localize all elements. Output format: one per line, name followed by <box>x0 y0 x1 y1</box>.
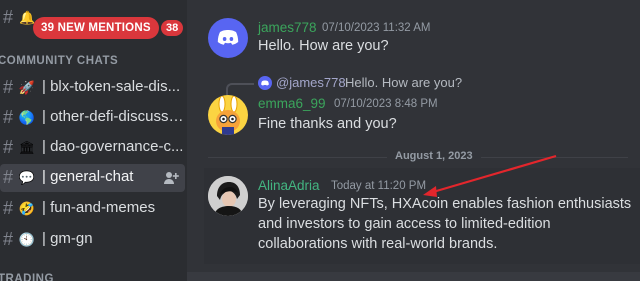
channel-label: | blx-token-sale-dis... <box>42 78 181 95</box>
hashtag-icon: # <box>3 198 14 218</box>
globe-icon: 🌎 <box>18 110 36 125</box>
sidebar-item-fun-and-memes[interactable]: # 🤣 | fun-and-memes <box>0 195 187 223</box>
chat-area: james778 07/10/2023 11:32 AM Hello. How … <box>187 0 640 281</box>
speech-bubble-icon: 💬 <box>18 170 36 185</box>
channel-label: | fun-and-memes <box>42 199 156 216</box>
hashtag-icon: # <box>3 107 14 127</box>
category-header-community[interactable]: COMMUNITY CHATS <box>0 55 118 67</box>
sidebar-item-other-defi[interactable]: # 🌎 | other-defi-discussi... <box>0 104 187 132</box>
channel-label: | dao-governance-c... <box>42 138 184 155</box>
clock-icon: 🕙 <box>18 232 36 247</box>
category-header-trading[interactable]: TRADING <box>0 273 54 281</box>
sidebar-item-gm-gn[interactable]: # 🕙 | gm-gn <box>0 226 187 254</box>
channel-sidebar: # 🔔 logs-from 38 39 NEW MENTIONS COMMUNI… <box>0 0 187 281</box>
unread-badge: 38 <box>161 20 184 36</box>
channel-label: | gm-gn <box>42 230 93 247</box>
bell-icon: 🔔 <box>19 10 36 25</box>
hashtag-icon: # <box>3 229 14 249</box>
hashtag-icon: # <box>3 137 14 157</box>
laughing-face-icon: 🤣 <box>18 201 36 216</box>
hashtag-icon: # <box>3 77 14 97</box>
channel-label: | other-defi-discussi... <box>42 108 184 125</box>
new-mentions-pill[interactable]: 39 NEW MENTIONS <box>33 17 159 39</box>
annotation-arrow-icon <box>423 154 557 197</box>
hashtag-icon: # <box>3 7 14 27</box>
sidebar-item-blx-token-sale[interactable]: # 🚀 | blx-token-sale-dis... <box>0 74 187 102</box>
sidebar-item-general-chat[interactable]: # 💬 | general-chat <box>0 164 187 192</box>
rocket-icon: 🚀 <box>18 80 36 95</box>
add-member-icon[interactable] <box>163 170 179 186</box>
governance-icon: 🏛 <box>18 140 36 155</box>
hashtag-icon: # <box>3 167 14 187</box>
sidebar-item-dao-governance[interactable]: # 🏛 | dao-governance-c... <box>0 134 187 162</box>
message-input-bar[interactable] <box>187 272 640 281</box>
